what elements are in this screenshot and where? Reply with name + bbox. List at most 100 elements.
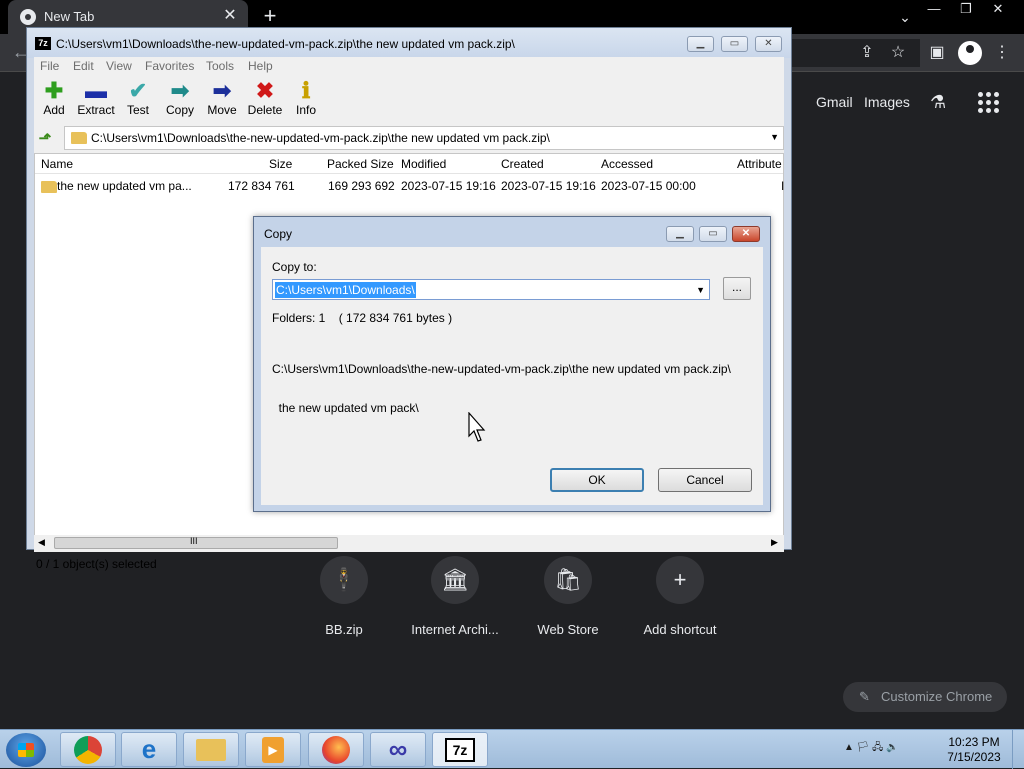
extract-icon: ▬ xyxy=(85,78,107,103)
chevron-down-icon[interactable]: ▼ xyxy=(770,132,779,142)
toolbar: ✚ Add ▬ Extract ✔ Test ➡ Copy ➡ Move ✖ D… xyxy=(34,77,784,123)
tool-label: Test xyxy=(126,103,149,117)
source-path-line: the new updated vm pack\ xyxy=(272,401,419,415)
taskbar-internet-explorer[interactable]: e xyxy=(121,732,177,767)
tab-title: New Tab xyxy=(44,9,95,24)
extract-button[interactable]: ▬ Extract xyxy=(74,78,118,118)
customize-chrome-button[interactable]: ✎ Customize Chrome xyxy=(843,682,1007,712)
status-text: 0 / 1 object(s) selected xyxy=(36,557,157,571)
taskbar-chrome[interactable] xyxy=(60,732,116,767)
destination-combobox[interactable]: C:\Users\vm1\Downloads\ ▼ xyxy=(272,279,710,300)
ok-button[interactable]: OK xyxy=(550,468,644,492)
shortcut-label: Internet Archi... xyxy=(411,622,499,637)
share-icon[interactable]: ⇪ xyxy=(857,43,877,63)
cell-modified: 2023-07-15 19:16 xyxy=(401,179,496,193)
system-tray-icons[interactable]: ▲ 🏳 🖧 🔈 xyxy=(844,740,899,757)
clock-time: 10:23 PM xyxy=(948,735,1000,749)
cancel-button[interactable]: Cancel xyxy=(658,468,752,492)
column-accessed[interactable]: Accessed xyxy=(601,157,653,171)
column-size[interactable]: Size xyxy=(269,157,292,171)
minimize-icon[interactable]: ▁ xyxy=(687,36,714,52)
maximize-icon[interactable]: ▭ xyxy=(699,226,727,242)
menu-edit[interactable]: Edit xyxy=(73,59,94,73)
folder-icon xyxy=(71,132,87,144)
windows-taskbar: e ▶ ∞ 7z ▲ 🏳 🖧 🔈 10:23 PM 7/15/2023 xyxy=(0,729,1024,769)
column-created[interactable]: Created xyxy=(501,157,544,171)
clock-date: 7/15/2023 xyxy=(947,750,1001,764)
chrome-menu-icon[interactable]: ⋮ xyxy=(992,43,1012,63)
taskbar-file-explorer[interactable] xyxy=(183,732,239,767)
copy-button[interactable]: ➡ Copy xyxy=(158,78,202,118)
chevron-down-icon[interactable]: ▼ xyxy=(696,285,705,295)
firefox-icon xyxy=(322,735,350,764)
taskbar-clock[interactable]: 10:23 PM 7/15/2023 xyxy=(944,735,1004,765)
test-button[interactable]: ✔ Test xyxy=(116,79,160,118)
folders-info: Folders: 1 ( 172 834 761 bytes ) xyxy=(272,311,453,325)
sevenzip-title: C:\Users\vm1\Downloads\the-new-updated-v… xyxy=(56,37,515,51)
delete-button[interactable]: ✖ Delete xyxy=(243,78,287,118)
column-attributes[interactable]: Attribute xyxy=(737,157,782,171)
close-window-icon[interactable]: ✕ xyxy=(984,0,1012,18)
sevenzip-titlebar[interactable]: 7z C:\Users\vm1\Downloads\the-new-update… xyxy=(27,28,791,58)
gmail-link[interactable]: Gmail xyxy=(816,94,853,110)
table-row[interactable]: the new updated vm pa... 172 834 761 169… xyxy=(35,176,784,196)
source-path: C:\Users\vm1\Downloads\the-new-updated-v… xyxy=(272,337,731,441)
address-path: C:\Users\vm1\Downloads\the-new-updated-v… xyxy=(91,131,550,145)
move-icon: ➡ xyxy=(212,78,232,103)
menu-file[interactable]: File xyxy=(40,59,59,73)
status-bar: 0 / 1 object(s) selected xyxy=(34,554,784,574)
tool-label: Add xyxy=(43,103,65,117)
address-combobox[interactable]: C:\Users\vm1\Downloads\the-new-updated-v… xyxy=(64,126,784,150)
mouse-pointer-icon xyxy=(468,412,486,442)
taskbar-7zip[interactable]: 7z xyxy=(432,732,488,767)
taskbar-app-infinity[interactable]: ∞ xyxy=(370,732,426,767)
column-name[interactable]: Name xyxy=(41,157,73,171)
chrome-window-controls: — ❐ ✕ xyxy=(920,0,1012,20)
scroll-left-icon[interactable]: ◀ xyxy=(38,537,45,548)
delete-icon: ✖ xyxy=(255,78,275,103)
restore-icon[interactable]: ❐ xyxy=(952,0,980,18)
minimize-icon[interactable]: — xyxy=(920,0,948,18)
pencil-icon: ✎ xyxy=(859,689,870,704)
profile-avatar-icon[interactable] xyxy=(958,41,982,65)
copy-icon: ➡ xyxy=(170,78,190,103)
horizontal-scrollbar[interactable]: ◀ III ▶ xyxy=(34,535,784,552)
info-button[interactable]: ℹ Info xyxy=(284,79,328,118)
address-bar: ⬏ C:\Users\vm1\Downloads\the-new-updated… xyxy=(34,126,784,150)
tab-search-chevron-icon[interactable]: ⌄ xyxy=(894,6,916,28)
cell-accessed: 2023-07-15 00:00 xyxy=(601,179,696,193)
source-path-line: C:\Users\vm1\Downloads\the-new-updated-v… xyxy=(272,362,731,376)
minimize-icon[interactable]: ▁ xyxy=(666,226,694,242)
start-button-icon[interactable] xyxy=(6,733,46,767)
menu-bar: File Edit View Favorites Tools Help xyxy=(34,57,784,75)
close-icon[interactable]: ✕ xyxy=(755,36,782,52)
sevenzip-icon: 7z xyxy=(445,737,475,762)
scroll-right-icon[interactable]: ▶ xyxy=(771,537,778,548)
add-button[interactable]: ✚ Add xyxy=(32,78,76,118)
taskbar-media-player[interactable]: ▶ xyxy=(245,732,301,767)
browse-button[interactable]: ... xyxy=(723,277,751,300)
up-folder-icon[interactable]: ⬏ xyxy=(36,129,54,147)
google-apps-icon[interactable] xyxy=(978,92,1000,114)
column-packed-size[interactable]: Packed Size xyxy=(327,157,394,171)
folder-icon xyxy=(41,181,57,193)
menu-favorites[interactable]: Favorites xyxy=(145,59,194,73)
cell-name: the new updated vm pa... xyxy=(57,179,192,193)
show-desktop-button[interactable] xyxy=(1012,730,1024,769)
close-icon[interactable]: ✕ xyxy=(732,226,760,242)
bookmark-star-icon[interactable]: ☆ xyxy=(888,43,908,63)
destination-value[interactable]: C:\Users\vm1\Downloads\ xyxy=(275,282,416,298)
menu-help[interactable]: Help xyxy=(248,59,273,73)
taskbar-firefox[interactable] xyxy=(308,732,364,767)
tab-close-icon[interactable]: ✕ xyxy=(220,6,240,26)
maximize-icon[interactable]: ▭ xyxy=(721,36,748,52)
new-tab-button[interactable]: + xyxy=(258,4,282,28)
side-panel-icon[interactable]: ▣ xyxy=(927,43,947,63)
move-button[interactable]: ➡ Move xyxy=(200,78,244,118)
labs-flask-icon[interactable]: ⚗ xyxy=(930,92,952,114)
add-icon: ✚ xyxy=(44,78,64,103)
menu-tools[interactable]: Tools xyxy=(206,59,234,73)
column-modified[interactable]: Modified xyxy=(401,157,446,171)
menu-view[interactable]: View xyxy=(106,59,132,73)
images-link[interactable]: Images xyxy=(864,94,910,110)
